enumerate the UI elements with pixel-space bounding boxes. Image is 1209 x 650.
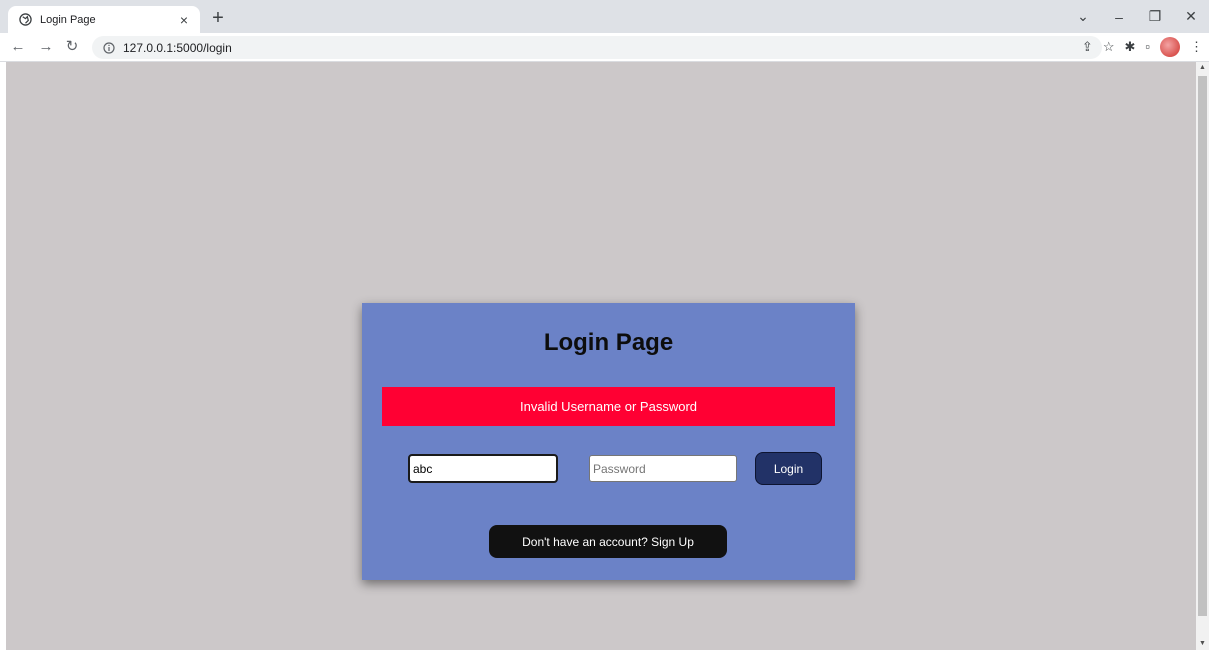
login-card: Login Page Invalid Username or Password …: [362, 303, 855, 580]
scrollbar[interactable]: ▲ ▼: [1196, 62, 1209, 650]
minimize-icon[interactable]: –: [1101, 9, 1137, 25]
tab-login-page[interactable]: Login Page ×: [8, 6, 200, 33]
plus-icon[interactable]: +: [207, 8, 229, 30]
browser-chrome: Login Page × + ⌄ – ❐ ✕ ← → ↻ 127.0.0.1:5…: [0, 0, 1209, 62]
avatar[interactable]: [1160, 37, 1180, 57]
star-icon[interactable]: ☆: [1103, 37, 1115, 57]
tab-title: Login Page: [40, 13, 96, 26]
address-bar[interactable]: 127.0.0.1:5000/login: [92, 36, 1102, 59]
scrollbar-thumb[interactable]: [1198, 76, 1207, 616]
toolbar-actions: ⇪ ☆ ✱ ▫ ⋮: [1082, 37, 1203, 57]
page-title: Login Page: [543, 329, 674, 356]
password-input[interactable]: [589, 455, 737, 482]
tab-strip: Login Page × + ⌄ – ❐ ✕: [0, 0, 1209, 33]
extensions-icon[interactable]: ✱: [1124, 37, 1135, 57]
globe-icon: [18, 13, 32, 27]
info-icon[interactable]: [102, 41, 115, 54]
share-icon[interactable]: ⇪: [1082, 37, 1093, 57]
signup-button[interactable]: Don't have an account? Sign Up: [489, 525, 727, 558]
chevron-down-icon[interactable]: ⌄: [1065, 8, 1101, 25]
error-banner: Invalid Username or Password: [382, 387, 835, 426]
close-window-icon[interactable]: ✕: [1173, 8, 1209, 25]
username-input[interactable]: [408, 454, 558, 483]
url-text: 127.0.0.1:5000/login: [123, 40, 232, 55]
back-icon[interactable]: ←: [8, 37, 28, 57]
close-icon[interactable]: ×: [176, 13, 192, 27]
reload-icon[interactable]: ↻: [62, 37, 82, 57]
menu-icon[interactable]: ⋮: [1190, 37, 1203, 57]
scroll-up-arrow[interactable]: ▲: [1196, 62, 1209, 74]
window-controls: ⌄ – ❐ ✕: [1065, 0, 1209, 33]
toolbar: ← → ↻ 127.0.0.1:5000/login ⇪ ☆ ✱ ▫ ⋮: [0, 33, 1209, 62]
side-panel-icon[interactable]: ▫: [1145, 37, 1150, 57]
restore-icon[interactable]: ❐: [1137, 8, 1173, 25]
scroll-down-arrow[interactable]: ▼: [1196, 638, 1209, 650]
login-button[interactable]: Login: [755, 452, 822, 485]
forward-icon[interactable]: →: [36, 37, 56, 57]
page-viewport: Login Page Invalid Username or Password …: [6, 62, 1196, 650]
